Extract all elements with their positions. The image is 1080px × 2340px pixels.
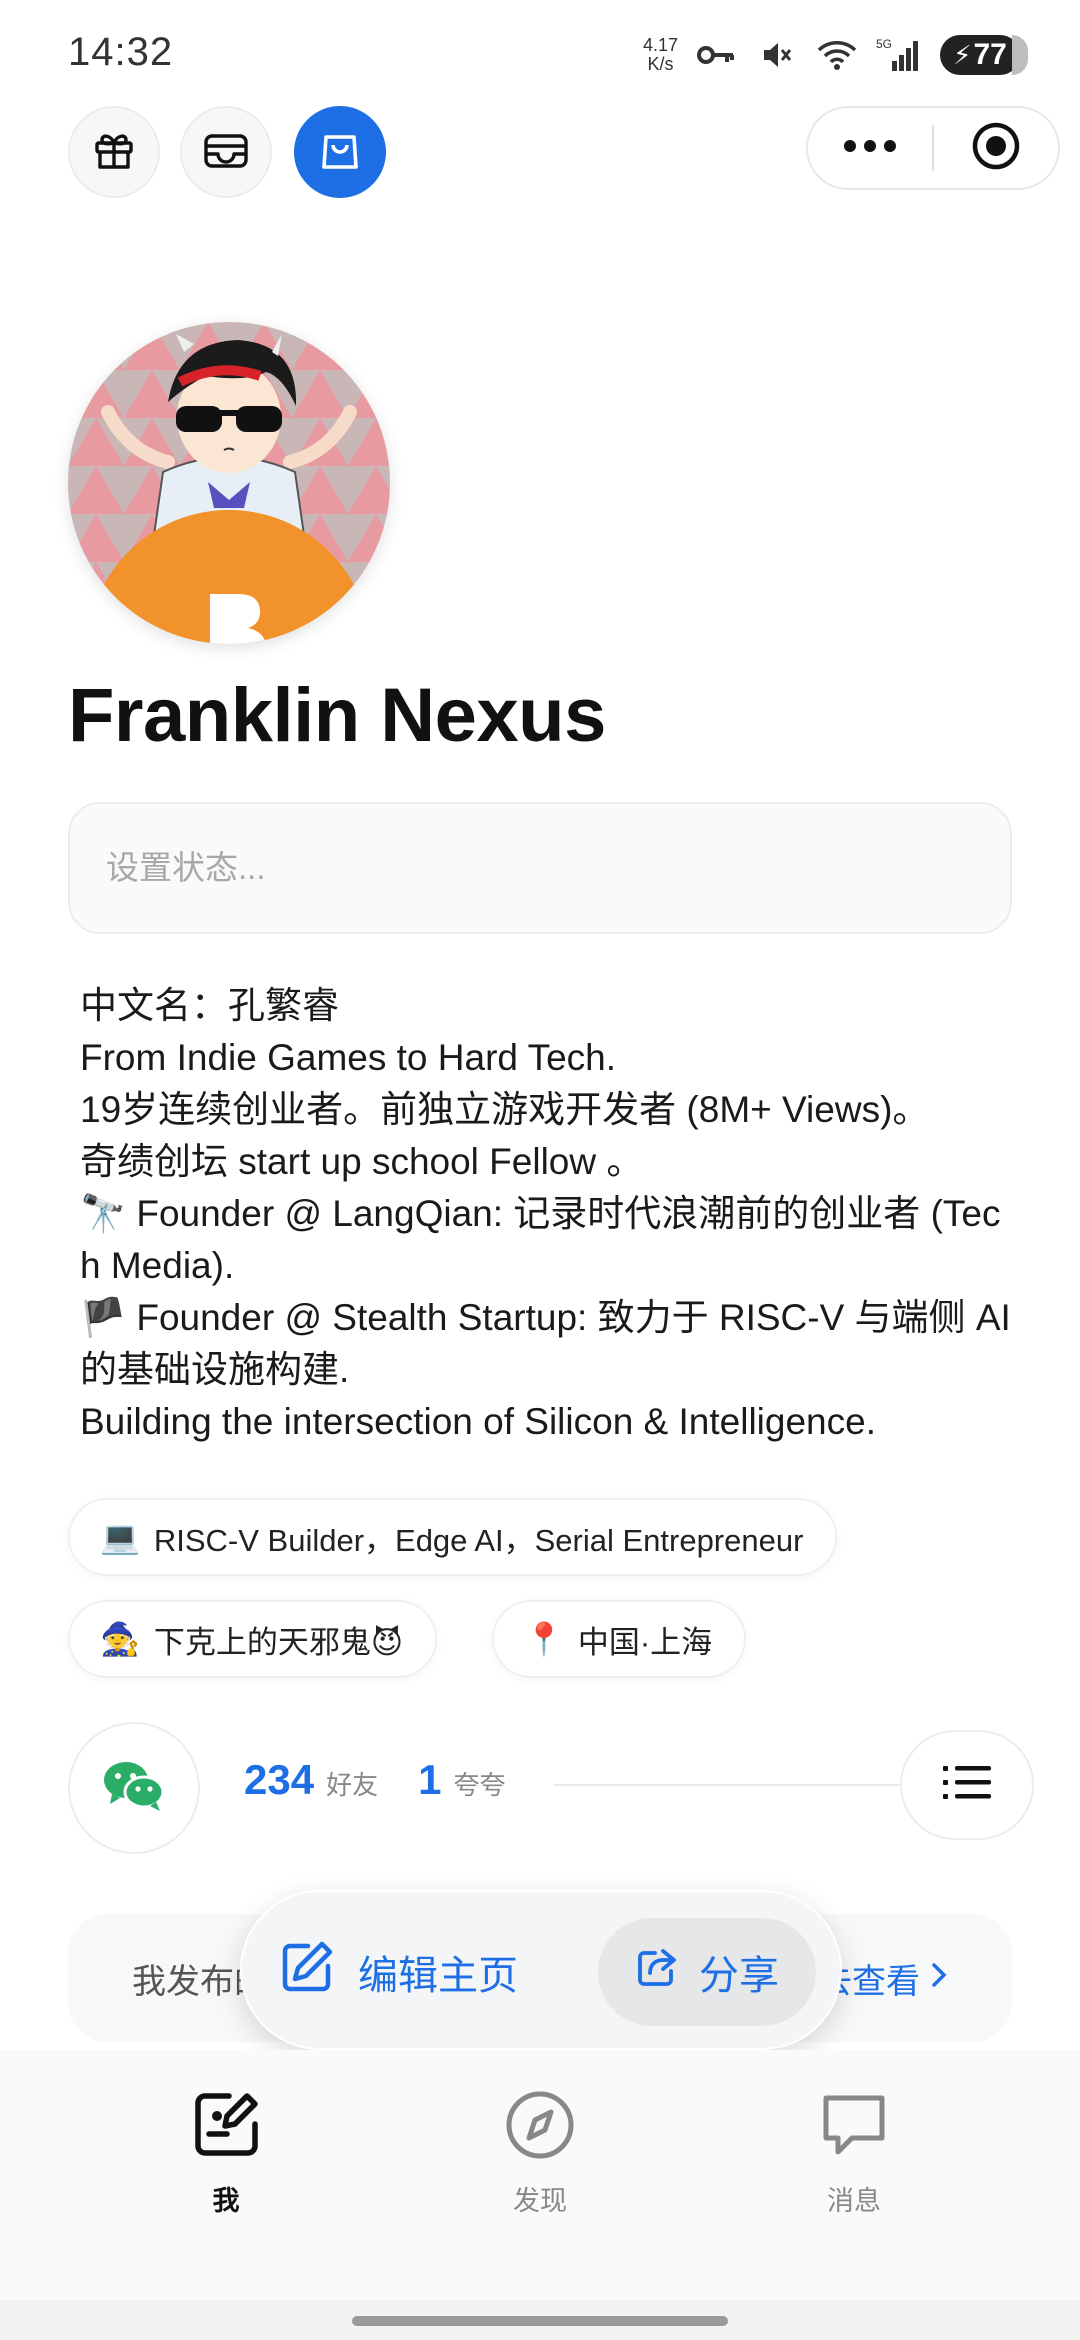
net-speed: 4.17 K/s <box>643 36 678 74</box>
status-input[interactable] <box>68 802 1012 934</box>
key-icon <box>696 35 738 75</box>
edit-profile-label: 编辑主页 <box>358 1954 518 1998</box>
share-icon <box>635 1945 679 1999</box>
nav-discover-label: 发现 <box>513 2186 567 2216</box>
net-speed-unit: K/s <box>647 54 674 74</box>
share-button[interactable]: 分享 <box>598 1918 816 2026</box>
bio-line: 🔭 Founder @ LangQian: 记录时代浪潮前的创业者 (Tech … <box>80 1193 1001 1286</box>
charging-icon: ⚡ <box>953 39 972 70</box>
wechat-button[interactable] <box>68 1722 200 1854</box>
profile-page: 14:32 4.17 K/s 5G ⚡ 77 Franklin Nexus 设置… <box>0 0 1080 2340</box>
avatar[interactable] <box>68 322 390 644</box>
edit-profile-button[interactable]: 编辑主页 <box>278 1922 518 2022</box>
tag-persona[interactable]: 🧙 下克上的天邪鬼😈 <box>68 1600 438 1678</box>
friends-count[interactable]: 234 <box>244 1756 314 1804</box>
pin-icon: 📍 <box>524 1621 564 1657</box>
wallet-icon <box>202 128 250 177</box>
laptop-icon: 💻 <box>100 1519 140 1555</box>
bio: 中文名：孔繁睿 From Indie Games to Hard Tech. 1… <box>80 980 1020 1448</box>
compass-icon <box>505 2090 575 2165</box>
chevron-right-icon <box>930 1959 948 1998</box>
bio-line: 19岁连续创业者。前独立游戏开发者 (8M+ Views)。 <box>80 1089 930 1130</box>
more-button[interactable] <box>808 108 932 188</box>
praise-label: 夸夸 <box>453 1770 506 1800</box>
gift-button[interactable] <box>68 106 160 198</box>
tag-location[interactable]: 📍 中国·上海 <box>492 1600 747 1678</box>
floating-action-bar: 编辑主页 分享 <box>240 1890 842 2050</box>
nav-messages[interactable]: 消息 <box>754 2090 954 2218</box>
bio-line: 中文名：孔繁睿 <box>80 985 339 1026</box>
edit-icon <box>278 1938 336 2006</box>
bio-line: 奇绩创坛 start up school Fellow 。 <box>80 1141 644 1182</box>
wizard-icon: 🧙 <box>100 1621 140 1657</box>
mute-icon <box>756 35 798 75</box>
close-mini-program-button[interactable] <box>934 108 1058 188</box>
chat-bubble-icon <box>818 2090 890 2165</box>
nav-me-label: 我 <box>212 2186 240 2216</box>
more-dots-icon <box>842 138 898 159</box>
svg-text:5G: 5G <box>876 37 892 51</box>
mini-program-capsule <box>806 106 1060 190</box>
nav-messages-label: 消息 <box>827 2186 881 2216</box>
menu-list-button[interactable] <box>900 1730 1034 1840</box>
praise-count[interactable]: 1 <box>418 1756 441 1804</box>
tag-work[interactable]: 💻 RISC-V Builder，Edge AI，Serial Entrepre… <box>68 1498 838 1576</box>
social-stats: 234 好友 1 夸夸 <box>244 1756 533 1804</box>
bio-line: 🏴 Founder @ Stealth Startup: 致力于 RISC-V … <box>80 1297 1011 1390</box>
battery-indicator: ⚡ 77 <box>940 35 1028 75</box>
profile-name: Franklin Nexus <box>68 673 606 758</box>
bio-line: From Indie Games to Hard Tech. <box>80 1037 617 1078</box>
status-icons: 4.17 K/s 5G ⚡ 77 <box>643 30 1028 80</box>
shop-button[interactable] <box>294 106 386 198</box>
net-speed-value: 4.17 <box>642 35 678 55</box>
status-time: 14:32 <box>68 30 174 74</box>
shopping-bag-icon <box>318 127 362 178</box>
gift-icon <box>92 128 136 177</box>
list-icon <box>943 1764 991 1807</box>
target-icon <box>971 121 1021 176</box>
avatar-image <box>68 322 390 644</box>
bottom-nav: 我 发现 消息 <box>0 2050 1080 2300</box>
share-label: 分享 <box>699 1954 779 1998</box>
profile-edit-icon <box>191 2090 261 2165</box>
tag-persona-label: 下克上的天邪鬼😈 <box>153 1624 404 1660</box>
nav-discover[interactable]: 发现 <box>440 2090 640 2218</box>
battery-level: 77 <box>973 38 1007 71</box>
cellular-signal-icon: 5G <box>876 35 922 75</box>
friends-label: 好友 <box>326 1770 379 1800</box>
wallet-button[interactable] <box>180 106 272 198</box>
bio-line: Building the intersection of Silicon & I… <box>80 1401 876 1442</box>
tag-location-label: 中国·上海 <box>577 1624 713 1660</box>
nav-me[interactable]: 我 <box>126 2090 326 2218</box>
wifi-icon <box>816 35 858 75</box>
home-indicator[interactable] <box>352 2316 728 2326</box>
status-bar: 14:32 4.17 K/s 5G ⚡ 77 <box>0 0 1080 110</box>
wechat-icon <box>102 1758 166 1819</box>
divider-line <box>554 1784 904 1786</box>
tag-work-label: RISC-V Builder，Edge AI，Serial Entreprene… <box>153 1522 804 1558</box>
